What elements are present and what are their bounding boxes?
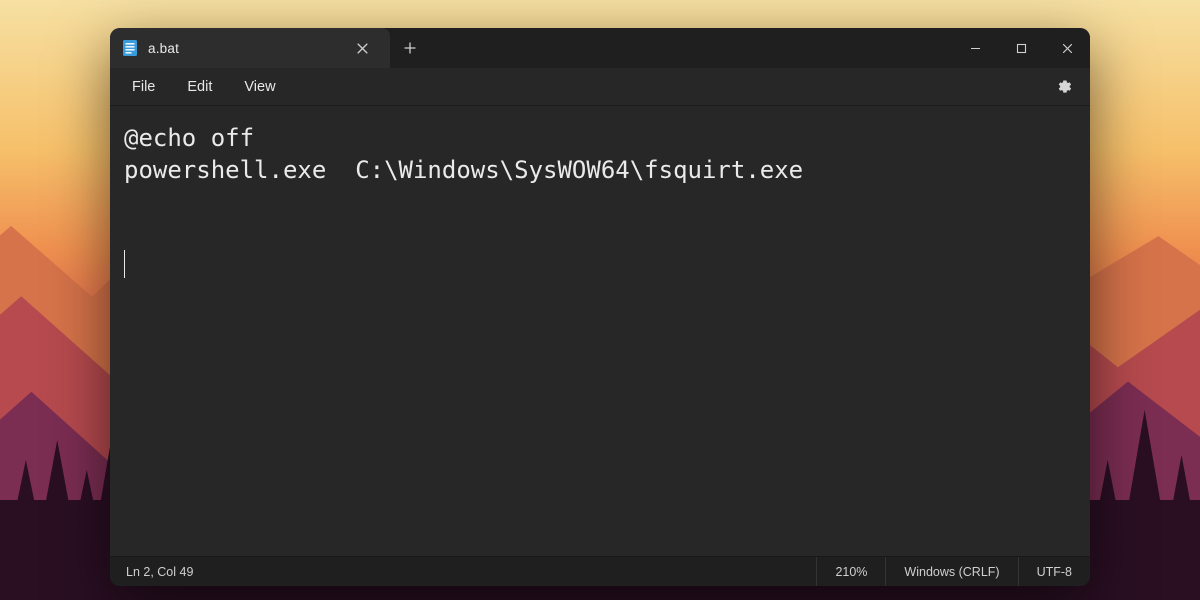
- titlebar-drag-region[interactable]: [430, 28, 952, 68]
- status-cursor-position: Ln 2, Col 49: [110, 565, 209, 579]
- notepad-window: a.bat File Edit View: [110, 28, 1090, 586]
- statusbar: Ln 2, Col 49 210% Windows (CRLF) UTF-8: [110, 556, 1090, 586]
- menu-file[interactable]: File: [120, 73, 167, 101]
- window-maximize-button[interactable]: [998, 28, 1044, 68]
- tab-close-button[interactable]: [348, 34, 376, 62]
- titlebar[interactable]: a.bat: [110, 28, 1090, 68]
- menubar: File Edit View: [110, 68, 1090, 106]
- menu-edit[interactable]: Edit: [175, 73, 224, 101]
- status-zoom[interactable]: 210%: [816, 557, 885, 586]
- editor-line: powershell.exe C:\Windows\SysWOW64\fsqui…: [124, 154, 1076, 186]
- tab-active[interactable]: a.bat: [110, 28, 390, 68]
- notepad-app-icon: [122, 40, 138, 56]
- menu-view[interactable]: View: [232, 73, 287, 101]
- text-caret: [124, 250, 125, 278]
- editor-line: @echo off: [124, 122, 1076, 154]
- gear-icon: [1055, 78, 1072, 95]
- status-line-endings[interactable]: Windows (CRLF): [885, 557, 1017, 586]
- status-encoding[interactable]: UTF-8: [1018, 557, 1090, 586]
- settings-button[interactable]: [1046, 72, 1080, 102]
- window-minimize-button[interactable]: [952, 28, 998, 68]
- tab-title: a.bat: [148, 41, 179, 56]
- window-close-button[interactable]: [1044, 28, 1090, 68]
- new-tab-button[interactable]: [390, 28, 430, 68]
- editor-textarea[interactable]: @echo off powershell.exe C:\Windows\SysW…: [110, 106, 1090, 556]
